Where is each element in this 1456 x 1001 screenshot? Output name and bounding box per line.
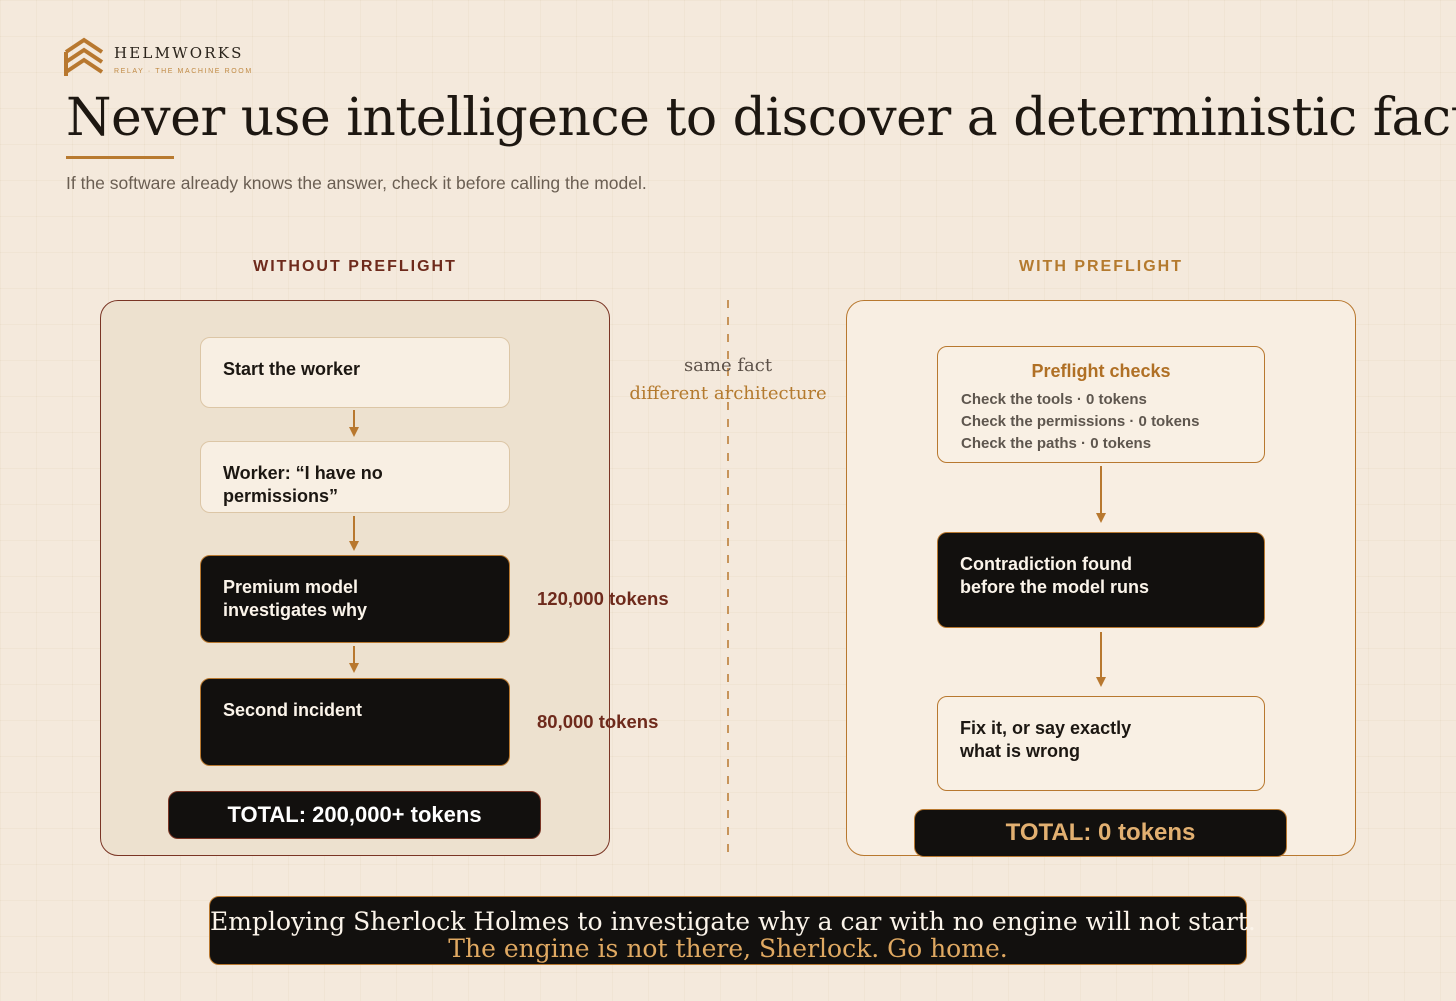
total-with-preflight: TOTAL: 0 tokens <box>914 809 1287 857</box>
sherlock-quote-banner: Employing Sherlock Holmes to investigate… <box>209 896 1256 965</box>
quote-line-1: Employing Sherlock Holmes to investigate… <box>210 907 1256 936</box>
token-cost-second-incident: 80,000 tokens <box>537 711 659 732</box>
stacked-chevron-logo-icon <box>64 37 104 76</box>
total-without-preflight: TOTAL: 200,000+ tokens <box>168 791 541 839</box>
step-contradiction-found: Contradiction found before the model run… <box>937 532 1265 628</box>
divider-label-different-architecture: different architecture <box>629 383 827 404</box>
step-fix-or-explain: Fix it, or say exactly what is wrong <box>937 696 1265 791</box>
step-label: Premium model investigates why <box>223 577 368 620</box>
page-subtitle: If the software already knows the answer… <box>66 173 647 193</box>
preflight-check-tools: Check the tools · 0 tokens <box>961 391 1147 408</box>
with-preflight-heading: WITH PREFLIGHT <box>1019 258 1183 275</box>
preflight-checks-box: Preflight checks Check the tools · 0 tok… <box>937 346 1265 463</box>
preflight-check-permissions: Check the permissions · 0 tokens <box>961 413 1200 430</box>
step-worker-no-permissions: Worker: “I have no permissions” <box>200 441 510 513</box>
preflight-checks-title: Preflight checks <box>1031 361 1171 381</box>
step-label: Start the worker <box>223 359 361 379</box>
step-label: Contradiction found before the model run… <box>960 554 1150 597</box>
step-premium-investigates: Premium model investigates why <box>200 555 510 643</box>
step-second-incident: Second incident <box>200 678 510 766</box>
step-label: Second incident <box>223 700 363 720</box>
page-title: Never use intelligence to discover a det… <box>66 88 1456 148</box>
preflight-check-paths: Check the paths · 0 tokens <box>961 435 1152 452</box>
brand-tagline: RELAY · THE MACHINE ROOM <box>114 68 253 75</box>
brand-name: HELMWORKS <box>114 44 244 62</box>
divider-label-same-fact: same fact <box>683 355 773 376</box>
title-underline <box>66 156 174 159</box>
step-label: Worker: “I have no permissions” <box>223 463 383 506</box>
step-start-worker: Start the worker <box>200 337 510 408</box>
without-preflight-heading: WITHOUT PREFLIGHT <box>253 258 457 275</box>
quote-line-2: The engine is not there, Sherlock. Go ho… <box>448 934 1008 963</box>
step-label: Fix it, or say exactly what is wrong <box>960 718 1132 761</box>
token-cost-premium: 120,000 tokens <box>537 588 669 609</box>
